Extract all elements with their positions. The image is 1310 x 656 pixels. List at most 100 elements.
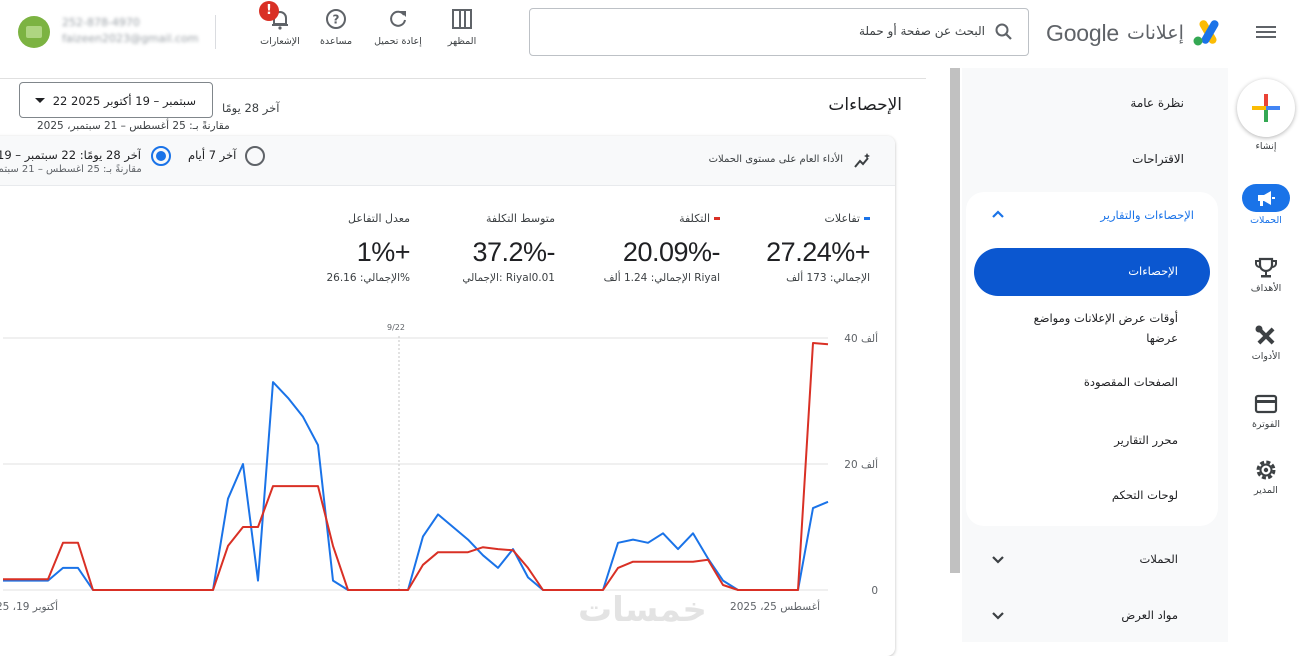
metric-avg-cost[interactable]: متوسط التكلفة 37.2%- الإجمالي: Riyal0.01: [405, 212, 555, 284]
series-color-swatch: [864, 217, 870, 220]
metric-total: الإجمالي: 26.16%: [326, 272, 410, 284]
metric-name: معدل التفاعل: [348, 212, 410, 225]
refresh-label: إعادة تحميل: [374, 36, 422, 47]
y-tick-label: 0: [871, 585, 878, 597]
menu-item-report-editor[interactable]: محرر التقارير: [1028, 430, 1178, 450]
tools-icon: [1255, 325, 1275, 345]
toolbar-divider: [215, 15, 216, 49]
metric-total: الإجمالي: Riyal0.01: [462, 272, 555, 284]
performance-line-chart[interactable]: 40 ألف 20 ألف 0 9/22 أغسطس 25، 2025 أكتوبر 19…: [0, 320, 895, 620]
chevron-down-icon: [990, 608, 1006, 624]
google-ads-logo[interactable]: إعلانات Google: [1046, 16, 1222, 50]
metric-cost[interactable]: التكلفة 20.09%- الإجمالي: 1.24 ألف Riyal: [570, 212, 721, 284]
menu-item-overview[interactable]: نظرة عامة: [1130, 96, 1184, 110]
appearance-label: المظهر: [447, 36, 477, 47]
settings-icon: [1256, 460, 1276, 480]
menu-item-landing-pages[interactable]: الصفحات المقصودة: [1028, 372, 1178, 392]
x-tick-label: أكتوبر 19، 2025: [0, 599, 58, 613]
y-tick-label: 40 ألف: [844, 331, 878, 345]
rail-item-admin[interactable]: المدير: [1236, 458, 1296, 496]
rail-item-goals[interactable]: الأهداف: [1236, 256, 1296, 294]
svg-text:?: ?: [333, 13, 340, 27]
y-tick-label: 20 ألف: [844, 457, 878, 471]
help-label: مساعدة: [319, 36, 353, 47]
campaign-icon: [1258, 191, 1275, 206]
plus-icon: [1252, 94, 1280, 122]
account-email: faizeen2023@gmail.com: [62, 32, 199, 45]
metric-name: تفاعلات: [824, 212, 860, 225]
rail-item-campaigns[interactable]: الحملات: [1236, 184, 1296, 226]
menu-item-assets-label: مواد العرض: [1121, 608, 1178, 622]
chevron-up-icon[interactable]: [990, 206, 1006, 222]
refresh-button[interactable]: إعادة تحميل: [368, 8, 428, 47]
menu-group-title[interactable]: الإحصاءات والتقارير: [1100, 208, 1194, 222]
top-bar: إعلانات Google البحث عن صفحة أو حملة الم…: [0, 0, 1310, 66]
watermark: خمسات: [578, 590, 707, 630]
menu-item-recommendations[interactable]: الاقتراحات: [1132, 152, 1184, 166]
chevron-down-icon: [990, 552, 1006, 568]
brand-name: Google: [1046, 19, 1119, 46]
date-marker-label: 9/22: [387, 323, 405, 332]
series-line[interactable]: [3, 381, 829, 591]
menu-item-campaigns-label: الحملات: [1139, 552, 1178, 566]
series-color-swatch: [714, 217, 720, 220]
appearance-icon: [452, 9, 472, 29]
metric-total: الإجمالي: 1.24 ألف Riyal: [603, 272, 720, 284]
metric-change: 20.09%-: [622, 237, 721, 267]
menu-item-campaigns[interactable]: الحملات: [962, 540, 1228, 580]
metric-change: 27.24%+: [766, 237, 870, 267]
menu-item-insights[interactable]: الإحصاءات: [974, 248, 1210, 296]
account-phone: 252-878-4970: [62, 16, 140, 29]
metric-change: 37.2%-: [472, 237, 555, 267]
radio-last-28-days-label: آخر 28 يومًا: 22 سبتمبر – 19: [0, 148, 141, 162]
billing-icon: [1254, 394, 1278, 414]
menu-item-assets[interactable]: مواد العرض: [962, 596, 1228, 636]
date-range-label: آخر 28 يومًا: [222, 101, 280, 115]
notifications-label: الإشعارات: [260, 36, 300, 47]
help-button[interactable]: ? مساعدة: [306, 8, 366, 47]
trend-sparkle-icon: [853, 152, 871, 170]
side-menu: نظرة عامة الاقتراحات الإحصاءات والتقارير…: [962, 68, 1228, 642]
card-header: الأداء العام على مستوى الحملات آخر 7 أيا…: [0, 136, 895, 186]
menu-item-ad-schedule[interactable]: أوقات عرض الإعلانات ومواضع عرضها: [1028, 308, 1178, 348]
metric-change: 1%+: [356, 237, 411, 267]
dropdown-arrow-icon: [35, 98, 45, 103]
rail-label-admin: المدير: [1254, 485, 1278, 496]
rail-label-campaigns: الحملات: [1250, 215, 1282, 226]
notification-badge: !: [259, 1, 279, 21]
page-title: الإحصاءات: [828, 95, 902, 115]
rail-label-billing: الفوترة: [1251, 419, 1281, 430]
date-range-picker[interactable]: 22 سبتمبر – 19 أكتوبر 2025: [19, 82, 213, 118]
search-icon: [994, 22, 1014, 42]
create-button[interactable]: [1237, 79, 1295, 137]
date-range-compare: مقارنةً بـ: 25 أغسطس – 21 سبتمبر، 2025: [37, 120, 230, 132]
menu-item-dashboards[interactable]: لوحات التحكم: [1028, 485, 1178, 505]
metric-interaction-rate[interactable]: معدل التفاعل 1%+ الإجمالي: 26.16%: [260, 212, 410, 284]
rail-item-billing[interactable]: الفوترة: [1236, 392, 1296, 430]
metric-name: التكلفة: [679, 212, 710, 225]
radio-last-7-days-label: آخر 7 أيام: [188, 148, 237, 162]
radio-last-7-days[interactable]: [245, 146, 265, 166]
metric-interactions[interactable]: تفاعلات 27.24%+ الإجمالي: 173 ألف: [720, 212, 870, 284]
trophy-icon: [1255, 257, 1277, 278]
account-switcher[interactable]: 252-878-4970 faizeen2023@gmail.com: [18, 14, 208, 50]
menu-group-insights: الإحصاءات والتقارير الإحصاءات أوقات عرض …: [966, 192, 1218, 526]
avatar: [18, 16, 50, 48]
product-name: إعلانات: [1126, 22, 1184, 44]
metric-total: الإجمالي: 173 ألف: [786, 272, 870, 284]
rail-label-tools: الأدوات: [1251, 351, 1281, 362]
appearance-button[interactable]: المظهر: [432, 8, 492, 47]
help-icon: ?: [326, 9, 346, 29]
google-ads-logo-icon: [1193, 20, 1219, 46]
rail-item-tools[interactable]: الأدوات: [1236, 324, 1296, 362]
radio-last-28-days[interactable]: [151, 146, 171, 166]
hamburger-menu-icon[interactable]: [1252, 18, 1280, 46]
refresh-icon: [390, 10, 406, 27]
rail-label-goals: الأهداف: [1250, 283, 1282, 294]
x-tick-label: أغسطس 25، 2025: [730, 599, 820, 613]
scrollbar[interactable]: [950, 68, 960, 573]
search-input[interactable]: البحث عن صفحة أو حملة: [529, 8, 1029, 56]
metric-name: متوسط التكلفة: [486, 212, 555, 225]
create-label: إنشاء: [1255, 141, 1277, 152]
divider: [0, 78, 926, 79]
